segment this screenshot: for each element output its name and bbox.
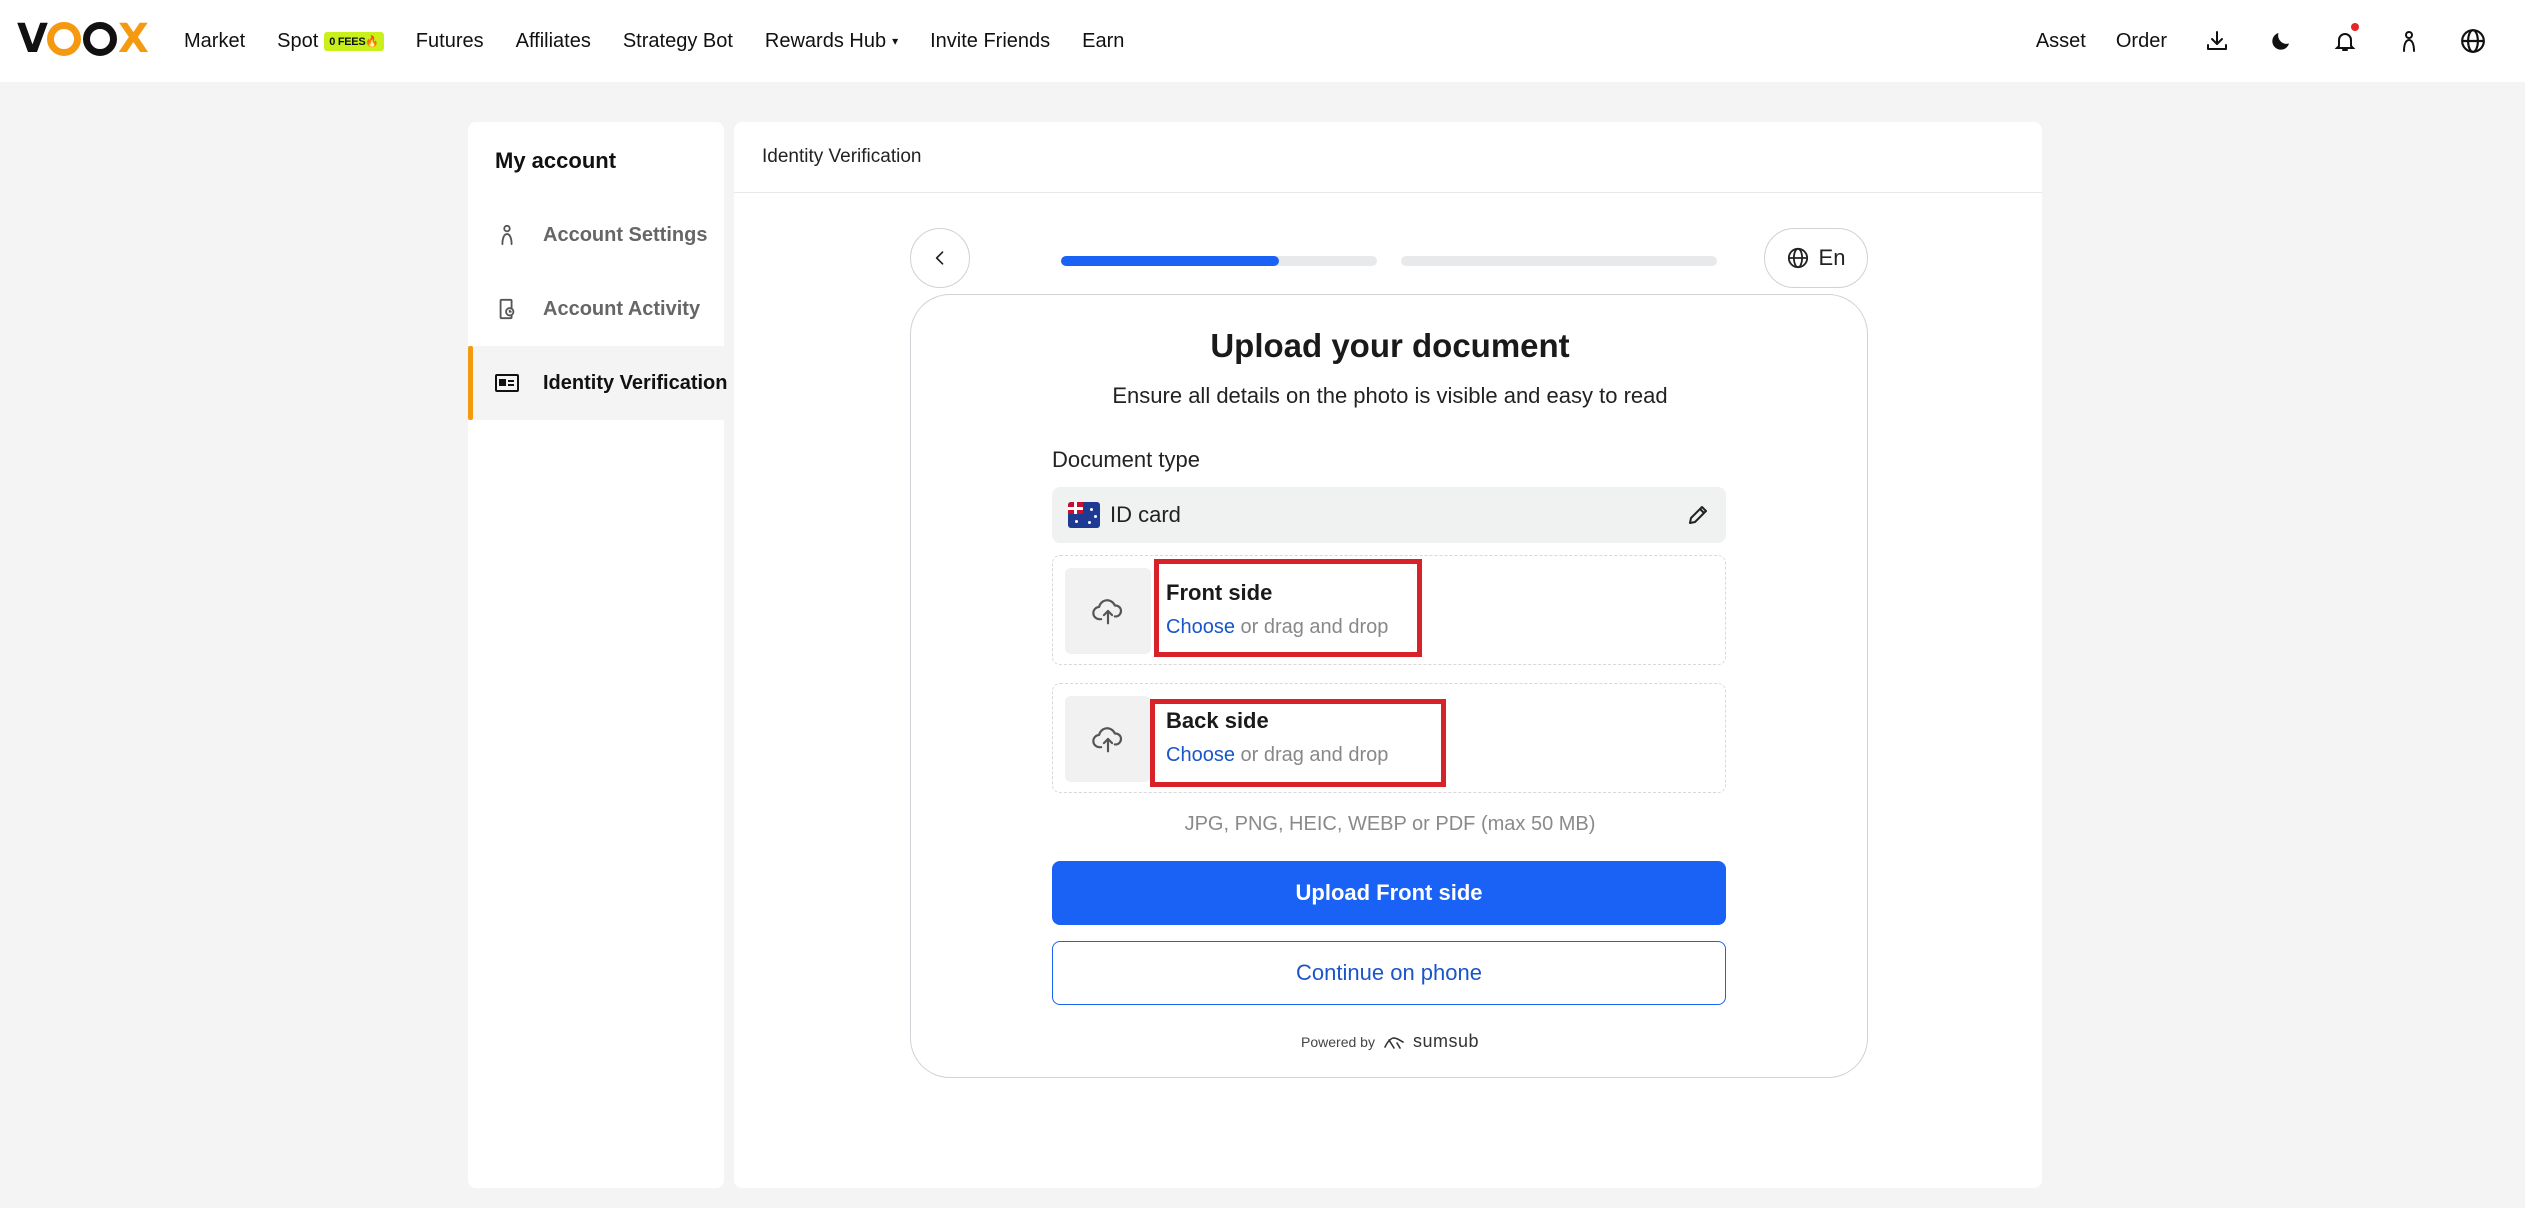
id-card-icon bbox=[495, 370, 519, 396]
download-icon[interactable] bbox=[2203, 27, 2231, 55]
sidebar-item-account-activity[interactable]: Account Activity bbox=[468, 272, 724, 346]
progress-step-2 bbox=[1401, 256, 1717, 266]
caret-down-icon: ▾ bbox=[892, 34, 899, 48]
accepted-formats-text: JPG, PNG, HEIC, WEBP or PDF (max 50 MB) bbox=[1184, 813, 1596, 835]
back-button[interactable] bbox=[910, 228, 970, 288]
document-type-selector[interactable]: ID card bbox=[1052, 487, 1726, 543]
user-icon[interactable] bbox=[2395, 27, 2423, 55]
back-choose-link[interactable]: Choose bbox=[1166, 744, 1235, 766]
sidebar-item-account-settings[interactable]: Account Settings bbox=[468, 198, 724, 272]
moon-icon[interactable] bbox=[2267, 27, 2295, 55]
front-side-hint: Choose or drag and drop bbox=[1166, 616, 1389, 638]
nav-spot[interactable]: Spot 0 FEES🔥 bbox=[277, 30, 384, 53]
nav-earn[interactable]: Earn bbox=[1082, 30, 1124, 53]
upload-document-card: Upload your document Ensure all details … bbox=[910, 294, 1868, 1078]
nav-invite-friends[interactable]: Invite Friends bbox=[930, 30, 1050, 53]
nav-futures[interactable]: Futures bbox=[416, 30, 484, 53]
chevron-left-icon bbox=[935, 251, 944, 265]
language-button[interactable]: En bbox=[1764, 228, 1868, 288]
nav-market[interactable]: Market bbox=[184, 30, 245, 53]
page-title: Identity Verification bbox=[734, 122, 2042, 193]
front-side-upload[interactable]: Front side Choose or drag and drop bbox=[1052, 555, 1726, 665]
nav-strategy-bot[interactable]: Strategy Bot bbox=[623, 30, 733, 53]
continue-on-phone-button[interactable]: Continue on phone bbox=[1052, 941, 1726, 1005]
front-side-title: Front side bbox=[1166, 580, 1273, 605]
user-icon bbox=[495, 222, 519, 248]
sidebar-title: My account bbox=[495, 148, 617, 173]
pencil-icon[interactable] bbox=[1686, 503, 1710, 527]
sidebar-item-identity-verification[interactable]: Identity Verification bbox=[468, 346, 727, 420]
cloud-upload-icon bbox=[1065, 696, 1151, 782]
header-actions: Asset Order bbox=[2036, 0, 2525, 82]
voox-logo[interactable]: VX bbox=[17, 16, 149, 62]
top-navigation-bar: VX Market Spot 0 FEES🔥 Futures Affiliate… bbox=[0, 0, 2525, 82]
progress-step-1 bbox=[1061, 256, 1377, 266]
globe-icon bbox=[1787, 247, 1808, 269]
language-label: En bbox=[1818, 245, 1846, 270]
sumsub-logo-icon bbox=[1384, 1036, 1404, 1049]
australia-flag-icon bbox=[1068, 502, 1100, 528]
verification-stepbar: En bbox=[910, 228, 1868, 288]
upload-front-side-button[interactable]: Upload Front side bbox=[1052, 861, 1726, 925]
document-type-value: ID card bbox=[1110, 502, 1181, 527]
card-title: Upload your document bbox=[1210, 327, 1570, 364]
bell-icon[interactable] bbox=[2331, 23, 2359, 55]
nav-rewards-hub[interactable]: Rewards Hub ▾ bbox=[765, 30, 898, 53]
main-nav: Market Spot 0 FEES🔥 Futures Affiliates S… bbox=[184, 0, 1156, 82]
card-subtitle: Ensure all details on the photo is visib… bbox=[1112, 383, 1668, 408]
document-type-label: Document type bbox=[1052, 447, 1200, 472]
progress-step-1-fill bbox=[1061, 256, 1280, 266]
order-link[interactable]: Order bbox=[2116, 30, 2167, 53]
powered-by-sumsub[interactable]: Powered by sumsub bbox=[911, 1031, 1869, 1052]
front-choose-link[interactable]: Choose bbox=[1166, 616, 1235, 638]
cloud-upload-icon bbox=[1065, 568, 1151, 654]
zero-fees-badge: 0 FEES🔥 bbox=[324, 31, 384, 51]
globe-icon[interactable] bbox=[2459, 27, 2487, 55]
back-side-title: Back side bbox=[1166, 708, 1269, 733]
account-sidebar: My account Account Settings Account Acti… bbox=[468, 122, 727, 1188]
back-side-hint: Choose or drag and drop bbox=[1166, 744, 1389, 766]
highlight-box bbox=[1154, 559, 1422, 657]
main-panel: Identity Verification En Upload your doc… bbox=[734, 122, 2042, 1188]
activity-icon bbox=[495, 296, 519, 322]
asset-link[interactable]: Asset bbox=[2036, 30, 2086, 53]
nav-affiliates[interactable]: Affiliates bbox=[516, 30, 591, 53]
notification-dot bbox=[2351, 23, 2359, 31]
back-side-upload[interactable]: Back side Choose or drag and drop bbox=[1052, 683, 1726, 793]
